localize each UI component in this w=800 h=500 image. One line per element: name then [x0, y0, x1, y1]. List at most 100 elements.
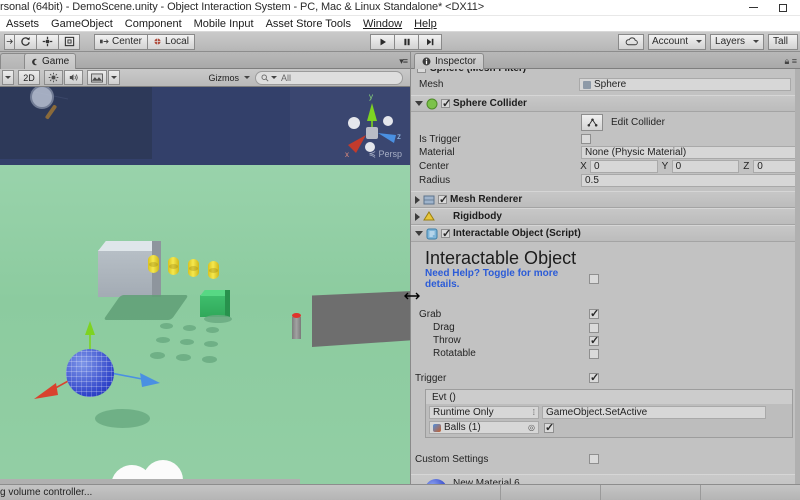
center-y-value: 0	[675, 161, 682, 172]
effects-dropdown[interactable]	[108, 70, 120, 85]
mesh-renderer-enable-checkbox[interactable]	[438, 193, 448, 206]
gizmos-dropdown[interactable]: Gizmos	[204, 70, 254, 85]
rotate-tool-icon[interactable]	[14, 33, 36, 50]
status-cell[interactable]	[600, 485, 700, 500]
gameobject-icon	[433, 423, 441, 432]
object-picker-icon[interactable]: ◎	[528, 423, 535, 432]
play-button[interactable]	[370, 33, 395, 50]
center-y-label: Y	[661, 161, 669, 172]
menu-help[interactable]: Help	[408, 16, 443, 32]
chevron-down-icon	[271, 76, 277, 79]
maximize-button[interactable]	[768, 0, 798, 15]
menu-window[interactable]: Window	[357, 16, 408, 32]
lighting-toggle-icon[interactable]	[44, 70, 63, 85]
edit-collider-label: Edit Collider	[611, 116, 665, 128]
foldout-icon[interactable]	[415, 212, 420, 221]
tab-game[interactable]: Game	[24, 53, 77, 69]
draw-mode-dropdown[interactable]	[2, 70, 14, 85]
mesh-renderer-header[interactable]: Mesh Renderer	[411, 191, 800, 208]
custom-settings-checkbox[interactable]	[589, 454, 599, 464]
edit-collider-button[interactable]	[581, 113, 603, 131]
effects-toggle-icon[interactable]	[87, 70, 107, 85]
grab-checkbox[interactable]	[589, 307, 599, 320]
scene-cube-green-shadow	[204, 315, 232, 323]
foldout-icon[interactable]	[415, 231, 423, 236]
lock-icon[interactable]: 🔒︎ ≡	[784, 56, 797, 67]
pivot-mode-button[interactable]: Center	[94, 33, 148, 50]
center-x-input[interactable]: 0	[590, 160, 658, 173]
is-trigger-checkbox[interactable]	[581, 134, 591, 144]
drag-checkbox[interactable]	[589, 322, 599, 333]
is-trigger-label: Is Trigger	[419, 133, 461, 145]
center-y-input[interactable]: 0	[671, 160, 740, 173]
gizmo-y-label: y	[369, 92, 373, 101]
sphere-collider-enable-checkbox[interactable]	[441, 97, 451, 110]
status-cell[interactable]	[500, 485, 600, 500]
audio-toggle-icon[interactable]	[64, 70, 83, 85]
drag-label: Drag	[433, 322, 455, 333]
status-bar[interactable]: g volume controller...	[0, 484, 800, 500]
panel-menu-icon[interactable]: ▾≡	[399, 56, 408, 67]
scene-viewport[interactable]: y z x ≼ Persp	[0, 87, 410, 484]
collider-material-row: Material None (Physic Material)	[411, 146, 800, 159]
interactable-object-enable-checkbox[interactable]	[441, 227, 451, 240]
throw-checkbox[interactable]	[589, 334, 599, 347]
center-z-value: 0	[757, 161, 763, 172]
scene-capsule-1	[168, 257, 179, 275]
minimize-button[interactable]	[738, 0, 768, 15]
mesh-renderer-title: Mesh Renderer	[450, 194, 523, 205]
foldout-icon[interactable]	[415, 195, 420, 204]
event-target-object-field[interactable]: Balls (1) ◎	[429, 421, 539, 434]
menu-mobile-input[interactable]: Mobile Input	[188, 16, 260, 32]
status-cell[interactable]	[700, 485, 800, 500]
trigger-label: Trigger	[415, 372, 447, 384]
menu-gameobject[interactable]: GameObject	[45, 16, 119, 32]
layout-dropdown[interactable]: Tall	[768, 33, 799, 50]
pause-button[interactable]	[394, 33, 419, 50]
grab-row: Grab	[411, 307, 800, 321]
center-z-input[interactable]: 0	[753, 160, 800, 173]
collider-material-field[interactable]: None (Physic Material)	[581, 146, 799, 159]
layers-dropdown[interactable]: Layers	[710, 33, 765, 50]
foldout-icon[interactable]	[415, 101, 423, 106]
event-function-dropdown[interactable]: GameObject.SetActive	[542, 406, 766, 419]
info-icon	[422, 57, 431, 66]
rect-tool-icon[interactable]	[58, 33, 80, 50]
cloud-icon[interactable]	[618, 33, 645, 50]
scene-projection-label[interactable]: ≼ Persp	[368, 149, 402, 160]
tab-inspector[interactable]: Inspector	[414, 53, 485, 69]
event-arg-checkbox[interactable]	[544, 421, 554, 434]
help-toggle-checkbox[interactable]	[589, 274, 599, 284]
toggle-2d-button[interactable]: 2D	[18, 70, 40, 85]
menu-assets[interactable]: Assets	[0, 16, 45, 32]
menu-asset-store-tools[interactable]: Asset Store Tools	[260, 16, 357, 32]
center-label: Center	[419, 161, 450, 172]
mesh-filter-header-clipped[interactable]: Sphere (Mesh Filter)	[411, 69, 800, 77]
panel-resize-cursor[interactable]	[404, 290, 420, 302]
radius-input[interactable]: 0.5	[581, 174, 799, 187]
inspector-vertical-scrollbar[interactable]	[795, 69, 800, 484]
unity-editor-window: rsonal (64bit) - DemoScene.unity - Objec…	[0, 0, 800, 500]
move-tool-partial-icon[interactable]	[4, 33, 14, 50]
step-button[interactable]	[418, 33, 443, 50]
help-link[interactable]: Need Help? Toggle for more details.	[411, 268, 589, 290]
rotatable-row: Rotatable	[411, 347, 800, 360]
menu-component[interactable]: Component	[119, 16, 188, 32]
mesh-filter-enable-checkbox[interactable]	[417, 69, 426, 73]
mesh-renderer-icon	[423, 195, 435, 204]
window-titlebar: rsonal (64bit) - DemoScene.unity - Objec…	[0, 0, 800, 16]
rigidbody-header[interactable]: Rigidbody	[411, 208, 800, 225]
mesh-object-field[interactable]: Sphere	[579, 78, 791, 91]
event-mode-dropdown[interactable]: Runtime Only ⁞	[429, 406, 539, 419]
pivot-space-button[interactable]: Local	[147, 33, 195, 50]
account-dropdown[interactable]: Account	[648, 33, 707, 50]
collider-material-label: Material	[419, 147, 455, 158]
trigger-checkbox[interactable]	[589, 371, 599, 384]
rotatable-checkbox[interactable]	[589, 348, 599, 359]
scene-search-input[interactable]: All	[255, 70, 403, 85]
scale-tool-icon[interactable]	[36, 33, 58, 50]
sphere-collider-header[interactable]: Sphere Collider	[411, 95, 800, 112]
rigidbody-title: Rigidbody	[453, 211, 502, 222]
throw-row: Throw	[411, 334, 800, 347]
interactable-object-header[interactable]: Interactable Object (Script)	[411, 225, 800, 242]
